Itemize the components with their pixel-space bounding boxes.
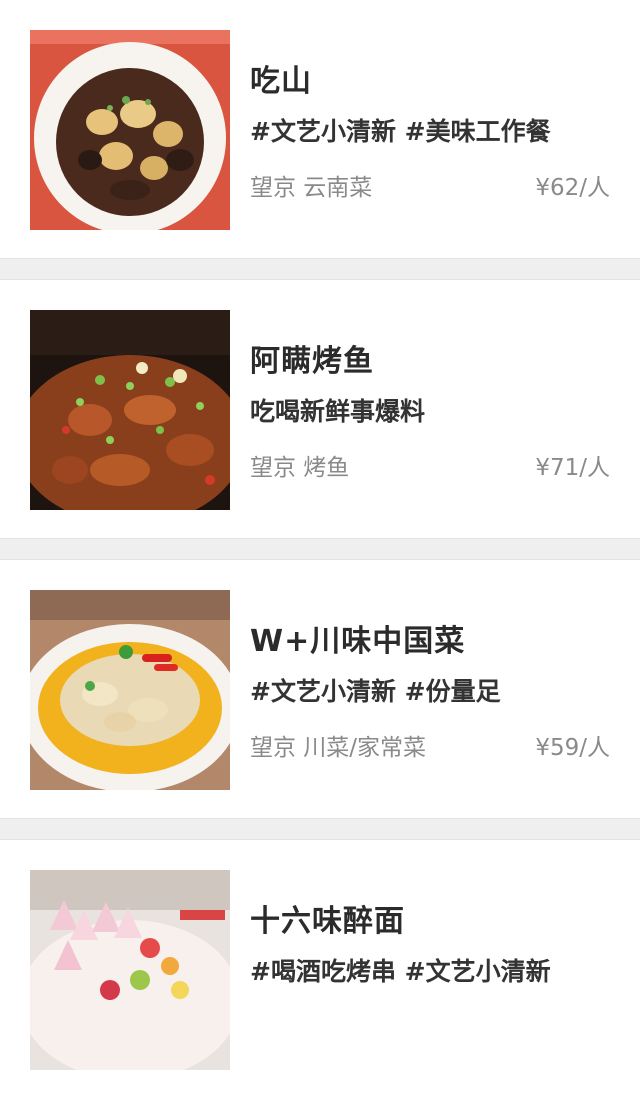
restaurant-card[interactable]: 十六味醉面 #喝酒吃烤串 #文艺小清新 [0, 840, 640, 1098]
restaurant-price: ¥71/人 [535, 455, 610, 481]
restaurant-price: ¥62/人 [535, 175, 610, 201]
card-separator [0, 818, 640, 840]
restaurant-tags: #文艺小清新 #美味工作餐 [250, 117, 551, 146]
restaurant-photo [30, 590, 230, 790]
restaurant-tags: 吃喝新鲜事爆料 [250, 397, 426, 426]
restaurant-name: W+川味中国菜 [250, 624, 466, 659]
restaurant-photo [30, 310, 230, 510]
restaurant-list: 吃山 #文艺小清新 #美味工作餐 望京 云南菜 ¥62/人 阿瞒烤鱼 吃喝新鲜事… [0, 0, 640, 1098]
restaurant-price: ¥59/人 [535, 735, 610, 761]
restaurant-card[interactable]: 阿瞒烤鱼 吃喝新鲜事爆料 望京 烤鱼 ¥71/人 [0, 280, 640, 538]
card-separator [0, 538, 640, 560]
restaurant-card[interactable]: W+川味中国菜 #文艺小清新 #份量足 望京 川菜/家常菜 ¥59/人 [0, 560, 640, 818]
restaurant-tags: #喝酒吃烤串 #文艺小清新 [250, 957, 551, 986]
restaurant-location-cuisine: 望京 烤鱼 [250, 455, 350, 481]
restaurant-photo [30, 30, 230, 230]
restaurant-name: 吃山 [250, 64, 312, 99]
restaurant-name: 阿瞒烤鱼 [250, 344, 374, 379]
restaurant-photo [30, 870, 230, 1070]
restaurant-location-cuisine: 望京 云南菜 [250, 175, 373, 201]
restaurant-name: 十六味醉面 [250, 904, 405, 939]
card-separator [0, 258, 640, 280]
restaurant-location-cuisine: 望京 川菜/家常菜 [250, 735, 427, 761]
restaurant-card[interactable]: 吃山 #文艺小清新 #美味工作餐 望京 云南菜 ¥62/人 [0, 0, 640, 258]
restaurant-tags: #文艺小清新 #份量足 [250, 677, 501, 706]
